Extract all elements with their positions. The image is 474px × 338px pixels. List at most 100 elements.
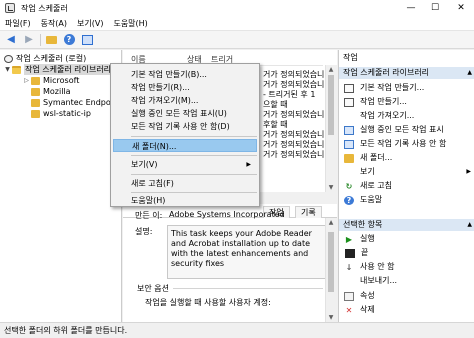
task-list-scrollbar[interactable]: ▲ ▼ [325,65,337,192]
action-create-task[interactable]: 작업 만들기... [339,96,474,108]
tree-folder-label: Mozilla [43,87,71,96]
maximize-button[interactable]: ☐ [424,0,446,16]
action-label: 작업 만들기... [360,97,407,106]
actions-section-title: 작업 스케줄러 라이브러리 [343,68,430,77]
ctx-new-folder[interactable]: 새 폴더(N)... [113,139,257,152]
scroll-up-arrow-icon[interactable]: ▲ [326,218,336,227]
ctx-help[interactable]: 도움말(H) [113,194,257,207]
forward-button[interactable]: ▶ [22,33,36,47]
task-trigger-cell[interactable]: - 트리거된 후 1 [263,90,315,100]
task-trigger-cell[interactable]: 거가 정의되었습니 [263,110,324,120]
task-trigger-cell[interactable]: 후할 때 [263,120,288,130]
scroll-thumb[interactable] [328,75,334,135]
blank-icon [344,168,354,177]
menu-help[interactable]: 도움말(H) [108,16,152,31]
action-help[interactable]: ? 도움말 [339,194,474,206]
action-display-running[interactable]: 실행 중인 모든 작업 표시 [339,124,474,136]
close-button[interactable]: ✕ [450,0,472,16]
action-delete[interactable]: ✕ 삭제 [339,304,474,316]
action-label: 실행 중인 모든 작업 표시 [360,125,444,134]
folder-icon [45,35,57,44]
security-options-heading: 보안 옵션 [137,284,169,293]
actions-pane-title: 작업 [343,53,358,62]
tree-item-mozilla[interactable]: Mozilla [31,86,71,97]
tree-item-library[interactable]: ▼ 작업 스케줄러 라이브러리 [4,64,113,75]
action-label: 새 폴더... [360,153,393,162]
ctx-refresh[interactable]: 새로 고침(F) [113,177,257,190]
toolbar: ◀ ▶ ? [0,31,474,49]
submenu-arrow-icon: ▶ [466,168,471,175]
help-icon: ? [344,195,354,205]
menu-view[interactable]: 보기(V) [72,16,108,31]
action-properties[interactable]: 속성 [339,290,474,302]
action-label: 사용 안 함 [360,262,395,271]
ctx-separator [131,192,257,193]
tree-item-root[interactable]: 작업 스케줄러 (로컬) [4,53,86,64]
minimize-button[interactable]: — [400,0,422,16]
author-label: 만든 이: [135,211,163,220]
scroll-thumb[interactable] [328,232,334,292]
ctx-create-task[interactable]: 작업 만들기(R)... [113,81,257,94]
task-trigger-cell[interactable]: 거가 정의되었습니 [263,130,324,140]
actions-section-selected[interactable]: 선택한 항목 ▲ [339,219,474,231]
task-trigger-cell[interactable]: 거가 정의되었습니 [263,140,324,150]
scroll-up-arrow-icon[interactable]: ▲ [326,65,336,74]
delete-icon: ✕ [345,305,353,315]
folder-icon [31,109,40,118]
chevron-down-icon[interactable]: ▼ [4,64,11,75]
tree-root-label: 작업 스케줄러 (로컬) [16,54,87,63]
show-pane-button[interactable] [80,33,94,47]
action-disable[interactable]: ↓ 사용 안 함 [339,261,474,273]
task-scheduler-app-icon [5,3,15,13]
collapse-arrow-icon[interactable]: ▲ [467,219,472,231]
chevron-right-icon[interactable]: ▷ [23,75,30,86]
actions-section-library[interactable]: 작업 스케줄러 라이브러리 ▲ [339,67,474,79]
folder-button[interactable] [44,33,58,47]
properties-icon [344,291,354,301]
action-label: 기본 작업 만들기... [360,83,425,92]
detail-scrollbar[interactable]: ▲ ▼ [325,218,337,322]
ctx-disable-history[interactable]: 모든 작업 기록 사용 안 함(D) [113,120,257,133]
collapse-arrow-icon[interactable]: ▲ [467,67,472,79]
ctx-display-running[interactable]: 실행 중인 모든 작업 표시(U) [113,107,257,120]
back-button[interactable]: ◀ [4,33,18,47]
ctx-import-task[interactable]: 작업 가져오기(M)... [113,94,257,107]
task-icon [344,97,354,107]
description-box[interactable]: This task keeps your Adobe Reader and Ac… [167,225,327,279]
menu-action[interactable]: 동작(A) [36,16,72,31]
blank-icon [344,277,354,286]
action-new-folder[interactable]: 새 폴더... [339,152,474,164]
task-trigger-cell[interactable]: 거가 정의되었습니 [263,80,324,90]
action-run[interactable]: ▶ 실행 [339,233,474,245]
toolbar-separator [40,33,41,46]
scroll-down-arrow-icon[interactable]: ▼ [326,313,336,322]
ctx-separator [131,174,257,175]
action-view[interactable]: 보기 ▶ [339,166,474,178]
tree-item-wsl-static-ip[interactable]: wsl-static-ip [31,108,91,119]
ctx-create-basic-task[interactable]: 기본 작업 만들기(B)... [113,68,257,81]
folder-icon [31,98,40,107]
action-label: 모든 작업 기록 사용 안 함 [360,139,447,148]
action-end[interactable]: 끝 [339,247,474,259]
actions-section-title: 선택한 항목 [343,220,383,229]
status-text: 선택한 폴더의 하위 폴더를 만듭니다. [4,326,128,335]
action-label: 도움말 [360,195,383,204]
task-trigger-cell[interactable]: 거가 정의되었습니 [263,150,324,160]
task-trigger-cell[interactable]: 거가 정의되었습니 [263,70,324,80]
tab-history[interactable]: 기록 [295,206,322,218]
tree-item-microsoft[interactable]: ▷ Microsoft [23,75,79,86]
action-import-task[interactable]: 작업 가져오기... [339,110,474,122]
scroll-down-arrow-icon[interactable]: ▼ [326,183,336,192]
stop-icon [345,248,355,258]
folder-icon [31,76,40,85]
menu-file[interactable]: 파일(F) [0,16,36,31]
task-trigger-cell[interactable]: 으할 때 [263,100,288,110]
action-refresh[interactable]: ↻ 새로 고침 [339,180,474,192]
action-export[interactable]: 내보내기... [339,275,474,287]
help-button[interactable]: ? [62,33,76,47]
action-disable-history[interactable]: 모든 작업 기록 사용 안 함 [339,138,474,150]
ctx-view-label: 보기(V) [131,160,158,169]
ctx-view[interactable]: 보기(V) ▶ [113,158,257,171]
action-create-basic-task[interactable]: 기본 작업 만들기... [339,82,474,94]
action-label: 끝 [361,248,369,257]
